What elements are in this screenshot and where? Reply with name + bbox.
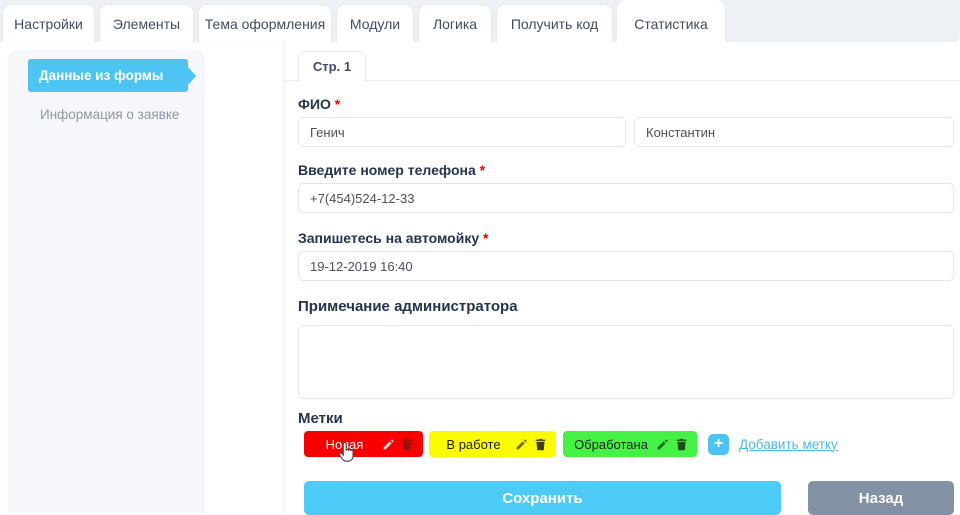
tab-elements[interactable]: Элементы	[99, 4, 194, 42]
add-tag-button[interactable]: +	[708, 433, 729, 455]
tab-statistics[interactable]: Статистика	[617, 0, 725, 47]
required-asterisk: *	[479, 162, 486, 178]
tab-page-1[interactable]: Стр. 1	[298, 51, 366, 82]
sidebar-item-request-info[interactable]: Информация о заявке	[28, 107, 188, 122]
tab-modules[interactable]: Модули	[336, 4, 414, 42]
tag-label: Новая	[325, 436, 364, 452]
carwash-label: Запишетесь на автомойку *	[298, 230, 489, 246]
tag-in-progress[interactable]: В работе	[429, 431, 556, 457]
phone-label: Введите номер телефона *	[298, 162, 486, 178]
required-asterisk: *	[483, 230, 489, 246]
sidebar-item-label: Информация о заявке	[40, 107, 180, 122]
required-asterisk: *	[334, 96, 341, 112]
tab-theme[interactable]: Тема оформления	[198, 4, 332, 42]
statistics-sidebar: Данные из формы Информация о заявке	[8, 50, 205, 514]
delete-tag-icon[interactable]	[675, 438, 688, 451]
tag-new[interactable]: Новая	[304, 431, 423, 457]
save-button[interactable]: Сохранить	[304, 481, 781, 515]
tag-label: В работе	[446, 436, 501, 452]
fio-inputs-row	[298, 117, 954, 147]
last-name-input[interactable]	[298, 117, 626, 147]
tags-row: Новая В работе Обработана + Добавить мет…	[298, 431, 954, 457]
edit-tag-icon[interactable]	[656, 438, 669, 451]
back-button[interactable]: Назад	[808, 481, 954, 515]
first-name-input[interactable]	[634, 117, 954, 147]
admin-note-label: Примечание администратора	[298, 298, 518, 315]
delete-tag-icon[interactable]	[401, 438, 414, 451]
sidebar-item-label: Данные из формы	[39, 68, 164, 83]
fio-label: ФИО *	[298, 96, 341, 112]
action-buttons-row: Сохранить Назад	[298, 481, 954, 515]
tag-label: Обработана	[574, 436, 648, 452]
main-tab-bar: Настройки Элементы Тема оформления Модул…	[0, 0, 960, 47]
tab-logic[interactable]: Логика	[418, 4, 492, 42]
form-data-panel: Стр. 1 ФИО * Введите номер телефона * За…	[283, 42, 960, 515]
carwash-datetime-input[interactable]	[298, 251, 954, 281]
admin-note-textarea[interactable]	[298, 325, 954, 399]
tab-get-code[interactable]: Получить код	[496, 4, 613, 42]
add-tag-link[interactable]: Добавить метку	[739, 437, 838, 452]
edit-tag-icon[interactable]	[382, 438, 395, 451]
plus-icon: +	[713, 435, 724, 452]
tab-settings[interactable]: Настройки	[2, 4, 95, 42]
phone-input[interactable]	[298, 183, 954, 213]
tags-title: Метки	[298, 410, 343, 427]
page-tab-row: Стр. 1	[284, 42, 960, 82]
edit-tag-icon[interactable]	[515, 438, 528, 451]
tag-processed[interactable]: Обработана	[563, 431, 697, 457]
submission-form: ФИО * Введите номер телефона * Запишетес…	[284, 96, 960, 515]
sidebar-item-form-data[interactable]: Данные из формы	[28, 59, 188, 92]
delete-tag-icon[interactable]	[534, 438, 547, 451]
